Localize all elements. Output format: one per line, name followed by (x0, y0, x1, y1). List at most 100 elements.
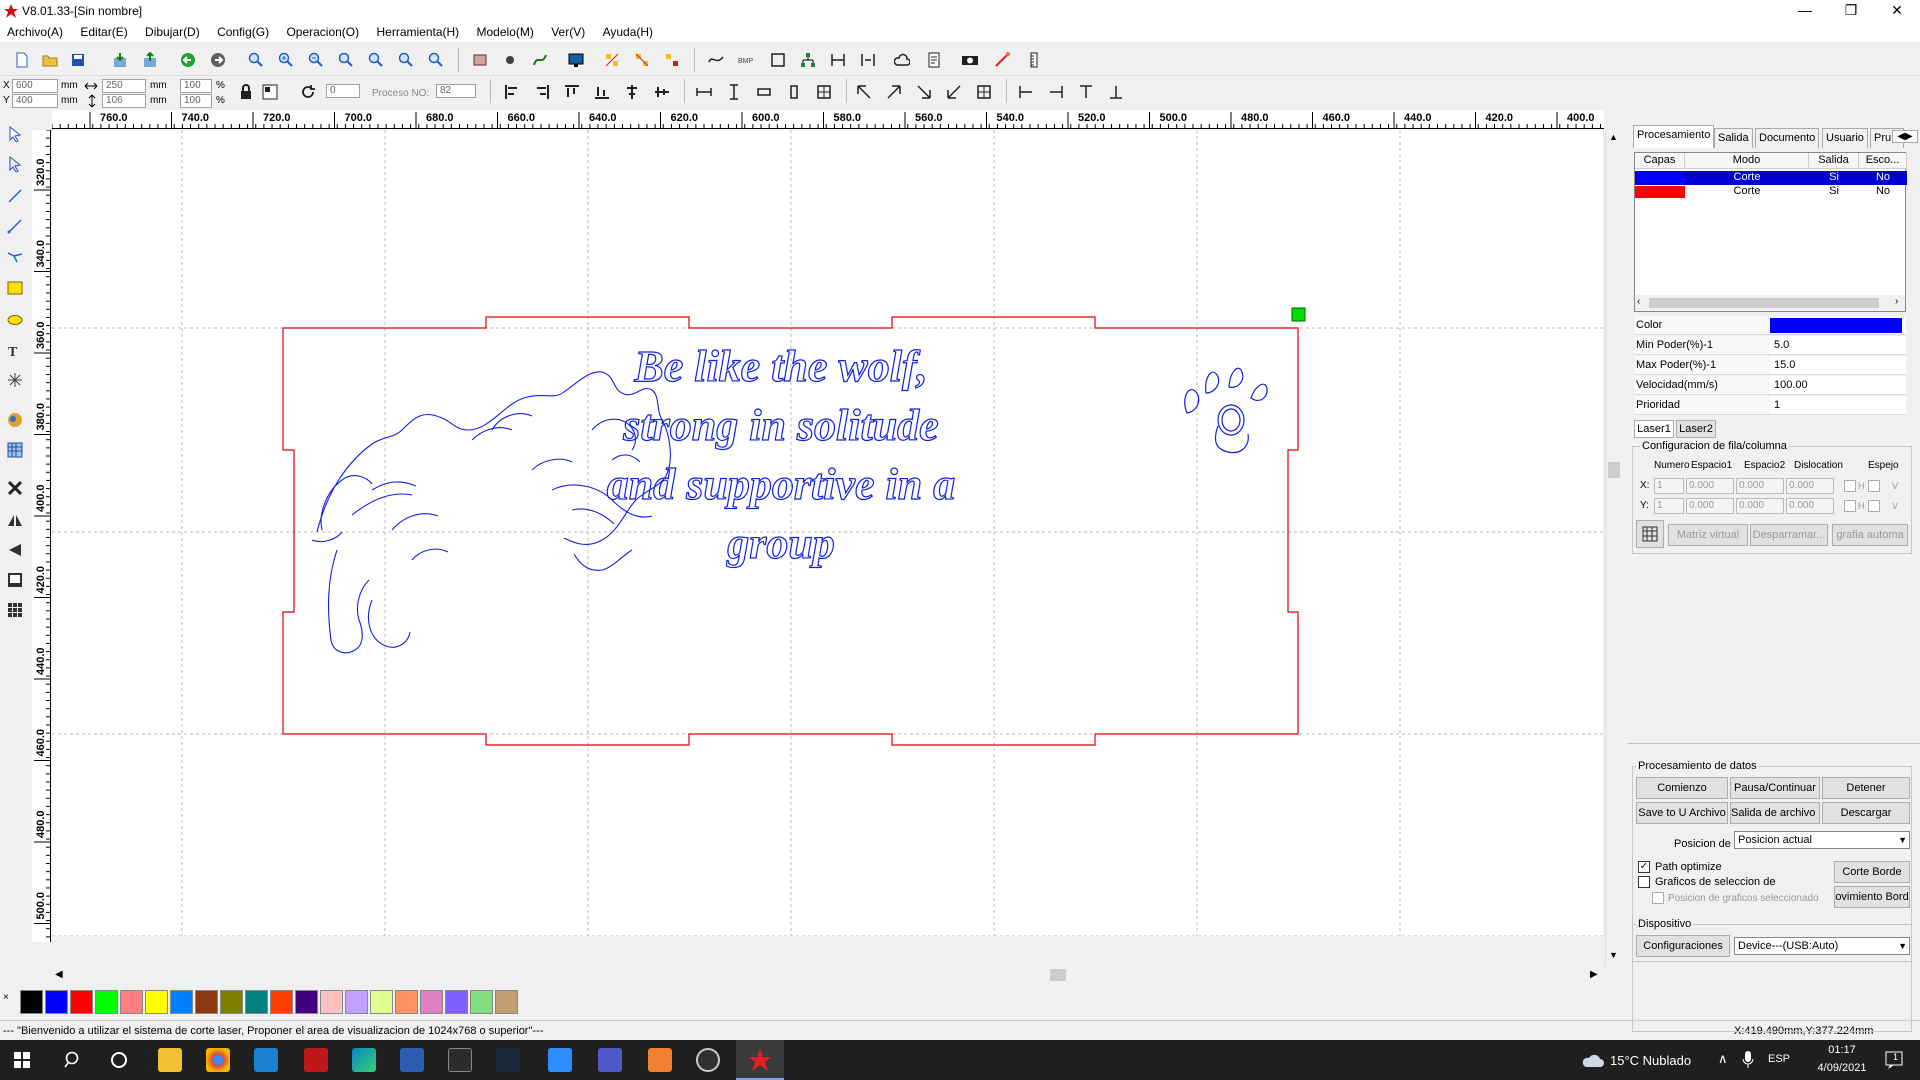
distance-h-button[interactable] (826, 48, 850, 72)
palette-swatch[interactable] (20, 990, 43, 1014)
grid-button[interactable] (812, 80, 836, 104)
polyline-tool[interactable] (3, 214, 27, 238)
clock-time[interactable]: 01:17 (1818, 1044, 1866, 1056)
delete-tool[interactable] (3, 476, 27, 500)
table-row[interactable]: Corte Si No (1635, 171, 1907, 185)
menu-ayuda[interactable]: Ayuda(H) (596, 22, 660, 39)
palette-close-icon[interactable]: × (3, 992, 9, 1003)
file-explorer-icon[interactable] (158, 1048, 182, 1072)
origin-marker[interactable] (1291, 307, 1306, 322)
matrix-tool[interactable] (3, 598, 27, 622)
layer-output[interactable]: Si (1809, 171, 1859, 185)
ruler-button[interactable] (1022, 48, 1046, 72)
menu-ver[interactable]: Ver(V) (544, 22, 592, 39)
layer-table-scroll-thumb[interactable] (1649, 298, 1879, 308)
language-indicator[interactable]: ESP (1768, 1053, 1790, 1065)
distance-v-button[interactable] (856, 48, 880, 72)
tab-usuario[interactable]: Usuario (1822, 128, 1868, 148)
layer-hide[interactable]: No (1859, 171, 1907, 185)
cortana-icon[interactable] (110, 1051, 128, 1069)
redo-button[interactable] (206, 48, 230, 72)
path-optimize-checkbox[interactable]: ✓ (1638, 861, 1650, 873)
height-input[interactable]: 106 (102, 94, 146, 108)
smooth-curve-button[interactable] (704, 48, 728, 72)
scroll-right-icon[interactable]: ▶ (1590, 969, 1598, 980)
open-file-button[interactable] (38, 48, 62, 72)
position-select[interactable]: Posicion actual ▼ (1734, 831, 1910, 849)
palette-swatch[interactable] (395, 990, 418, 1014)
tab-scroll-icon[interactable]: ◀▶ (1892, 130, 1918, 143)
rowcol-x-espacio2[interactable]: 0.000 (1736, 478, 1784, 494)
window-tool[interactable] (3, 568, 27, 592)
wolf-engraving[interactable] (311, 371, 671, 654)
zoom-all-button[interactable] (244, 48, 268, 72)
prop-min-power-input[interactable]: 5.0 (1770, 336, 1906, 355)
undo-button[interactable] (176, 48, 200, 72)
scroll-down-icon[interactable]: ▼ (1609, 950, 1618, 960)
menu-operacion[interactable]: Operacion(O) (279, 22, 366, 39)
export-button[interactable] (138, 48, 162, 72)
zoom-fit-button[interactable] (394, 48, 418, 72)
text-tool[interactable]: T (3, 338, 27, 362)
rotate-button[interactable] (296, 80, 320, 104)
curve-button[interactable] (528, 48, 552, 72)
tab-documento[interactable]: Documento (1755, 128, 1820, 148)
prop-color-value[interactable] (1770, 316, 1906, 335)
close-button[interactable]: ✕ (1874, 0, 1920, 22)
curve-tool[interactable] (3, 244, 27, 268)
zoom-select-button[interactable] (364, 48, 388, 72)
menu-modelo[interactable]: Modelo(M) (470, 22, 541, 39)
minimize-button[interactable]: — (1782, 0, 1828, 22)
clock-date[interactable]: 4/09/2021 (1806, 1062, 1878, 1074)
layer-mode[interactable]: Corte (1685, 185, 1809, 199)
chrome-icon[interactable] (206, 1048, 230, 1072)
mirror-y-v-checkbox[interactable] (1868, 500, 1880, 512)
palette-swatch[interactable] (470, 990, 493, 1014)
quote-line-3[interactable]: and supportive in a (606, 459, 956, 509)
tab-laser1[interactable]: Laser1 (1634, 420, 1674, 438)
acrobat-icon[interactable] (304, 1048, 328, 1072)
chevron-up-icon[interactable]: ∧ (1718, 1051, 1728, 1067)
horizontal-scroll-thumb[interactable] (1050, 969, 1066, 981)
prop-max-power-input[interactable]: 15.0 (1770, 356, 1906, 375)
point-tool[interactable] (3, 368, 27, 392)
palette-swatch[interactable] (195, 990, 218, 1014)
x-position-input[interactable]: 600 (12, 79, 58, 93)
palette-swatch[interactable] (220, 990, 243, 1014)
menu-archivo[interactable]: Archivo(A) (0, 22, 70, 39)
vertical-scroll-thumb[interactable] (1608, 462, 1620, 478)
same-size-h-button[interactable] (752, 80, 776, 104)
store-icon[interactable] (448, 1048, 472, 1072)
corner-tl-button[interactable] (852, 80, 876, 104)
palette-swatch[interactable] (70, 990, 93, 1014)
align-top-button[interactable] (560, 80, 584, 104)
tab-procesamiento[interactable]: Procesamiento (1633, 125, 1715, 148)
rowcol-y-espacio2[interactable]: 0.000 (1736, 498, 1784, 514)
restore-button[interactable]: ❐ (1828, 0, 1874, 22)
palette-swatch[interactable] (145, 990, 168, 1014)
align-bottom-button[interactable] (590, 80, 614, 104)
same-width-button[interactable] (692, 80, 716, 104)
align-center-v-button[interactable] (650, 80, 674, 104)
proceso-input[interactable]: 82 (436, 84, 476, 98)
document-button[interactable] (922, 48, 946, 72)
device-select[interactable]: Device---(USB:Auto) ▼ (1734, 937, 1910, 955)
palette-swatch[interactable] (120, 990, 143, 1014)
obs-icon[interactable] (696, 1048, 720, 1072)
array-button-1[interactable] (600, 48, 624, 72)
quote-line-1[interactable]: Be like the wolf, (633, 341, 929, 391)
palette-swatch[interactable] (95, 990, 118, 1014)
mirror-h-tool[interactable] (3, 508, 27, 532)
stop-button[interactable]: Detener (1822, 777, 1910, 799)
save-button[interactable] (66, 48, 90, 72)
rowcol-y-dislocation[interactable]: 0.000 (1786, 498, 1834, 514)
rowcol-x-numero[interactable]: 1 (1654, 478, 1684, 494)
mirror-v-tool[interactable] (3, 538, 27, 562)
output-u-file-button[interactable]: Salida de archivo U (1730, 802, 1820, 824)
line-tool[interactable] (3, 184, 27, 208)
palette-swatch[interactable] (170, 990, 193, 1014)
layer-table-hscroll[interactable]: ‹ › (1635, 295, 1905, 311)
quote-line-4[interactable]: group (726, 518, 836, 568)
autografia-button[interactable]: grafia automa (1832, 524, 1908, 546)
corner-br-button[interactable] (912, 80, 936, 104)
